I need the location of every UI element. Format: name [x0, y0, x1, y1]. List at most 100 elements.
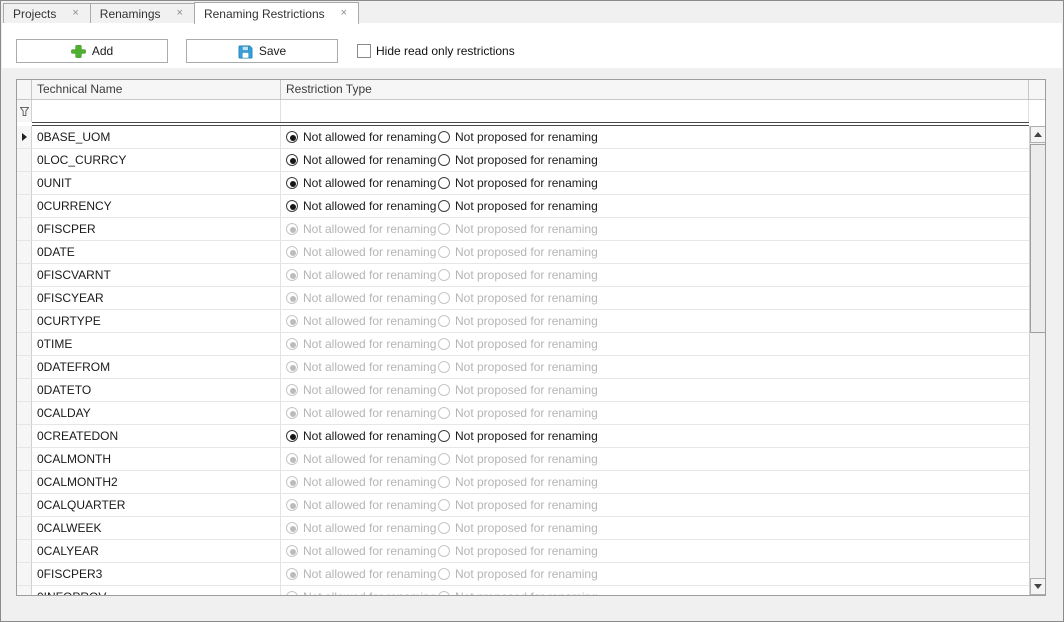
radio-not-allowed[interactable]: Not allowed for renaming [286, 130, 438, 144]
technical-name-cell[interactable]: 0CALMONTH [32, 448, 281, 471]
radio-not-allowed[interactable]: Not allowed for renaming [286, 544, 438, 558]
table-row[interactable]: 0CALYEAR Not allowed for renaming Not pr… [17, 540, 1029, 563]
technical-name-cell[interactable]: 0CALMONTH2 [32, 471, 281, 494]
technical-name-cell[interactable]: 0CALYEAR [32, 540, 281, 563]
technical-name-cell[interactable]: 0LOC_CURRCY [32, 149, 281, 172]
radio-not-allowed[interactable]: Not allowed for renaming [286, 360, 438, 374]
radio-not-allowed[interactable]: Not allowed for renaming [286, 498, 438, 512]
radio-not-allowed-circle[interactable] [286, 269, 298, 281]
radio-not-allowed-circle[interactable] [286, 338, 298, 350]
radio-not-proposed[interactable]: Not proposed for renaming [438, 406, 598, 420]
radio-not-proposed[interactable]: Not proposed for renaming [438, 245, 598, 259]
technical-name-cell[interactable]: 0INFOPROV [32, 586, 281, 595]
radio-not-proposed-circle[interactable] [438, 269, 450, 281]
table-row[interactable]: 0CURTYPE Not allowed for renaming Not pr… [17, 310, 1029, 333]
tab-close-icon[interactable]: × [175, 7, 185, 20]
table-row[interactable]: 0LOC_CURRCY Not allowed for renaming Not… [17, 149, 1029, 172]
radio-not-proposed-circle[interactable] [438, 246, 450, 258]
technical-name-cell[interactable]: 0CALWEEK [32, 517, 281, 540]
table-row[interactable]: 0CALWEEK Not allowed for renaming Not pr… [17, 517, 1029, 540]
radio-not-proposed-circle[interactable] [438, 223, 450, 235]
radio-not-allowed[interactable]: Not allowed for renaming [286, 521, 438, 535]
technical-name-cell[interactable]: 0FISCYEAR [32, 287, 281, 310]
radio-not-proposed-circle[interactable] [438, 292, 450, 304]
radio-not-allowed[interactable]: Not allowed for renaming [286, 199, 438, 213]
table-row[interactable]: 0CREATEDON Not allowed for renaming Not … [17, 425, 1029, 448]
technical-name-cell[interactable]: 0BASE_UOM [32, 126, 281, 149]
radio-not-proposed[interactable]: Not proposed for renaming [438, 176, 598, 190]
radio-not-allowed[interactable]: Not allowed for renaming [286, 245, 438, 259]
radio-not-allowed-circle[interactable] [286, 545, 298, 557]
radio-not-allowed[interactable]: Not allowed for renaming [286, 268, 438, 282]
radio-not-proposed[interactable]: Not proposed for renaming [438, 429, 598, 443]
radio-not-proposed-circle[interactable] [438, 154, 450, 166]
radio-not-allowed-circle[interactable] [286, 430, 298, 442]
table-row[interactable]: 0DATE Not allowed for renaming Not propo… [17, 241, 1029, 264]
radio-not-proposed-circle[interactable] [438, 430, 450, 442]
radio-not-proposed-circle[interactable] [438, 568, 450, 580]
save-button[interactable]: Save [186, 39, 338, 63]
technical-name-cell[interactable]: 0CREATEDON [32, 425, 281, 448]
radio-not-proposed[interactable]: Not proposed for renaming [438, 199, 598, 213]
radio-not-proposed-circle[interactable] [438, 177, 450, 189]
table-row[interactable]: 0BASE_UOM Not allowed for renaming Not p… [17, 126, 1029, 149]
radio-not-allowed[interactable]: Not allowed for renaming [286, 176, 438, 190]
filter-cell-restriction-type[interactable] [281, 100, 1029, 122]
radio-not-proposed-circle[interactable] [438, 200, 450, 212]
add-button[interactable]: Add [16, 39, 168, 63]
technical-name-cell[interactable]: 0CALQUARTER [32, 494, 281, 517]
radio-not-proposed[interactable]: Not proposed for renaming [438, 314, 598, 328]
radio-not-allowed[interactable]: Not allowed for renaming [286, 475, 438, 489]
radio-not-allowed-circle[interactable] [286, 522, 298, 534]
radio-not-allowed-circle[interactable] [286, 177, 298, 189]
table-row[interactable]: 0FISCPER3 Not allowed for renaming Not p… [17, 563, 1029, 586]
table-row[interactable]: 0CALMONTH2 Not allowed for renaming Not … [17, 471, 1029, 494]
table-row[interactable]: 0UNIT Not allowed for renaming Not propo… [17, 172, 1029, 195]
radio-not-proposed[interactable]: Not proposed for renaming [438, 130, 598, 144]
radio-not-allowed-circle[interactable] [286, 407, 298, 419]
technical-name-cell[interactable]: 0FISCPER3 [32, 563, 281, 586]
radio-not-proposed[interactable]: Not proposed for renaming [438, 337, 598, 351]
radio-not-proposed-circle[interactable] [438, 131, 450, 143]
radio-not-proposed[interactable]: Not proposed for renaming [438, 452, 598, 466]
table-row[interactable]: 0CALQUARTER Not allowed for renaming Not… [17, 494, 1029, 517]
column-header-technical-name[interactable]: Technical Name [32, 80, 281, 100]
radio-not-allowed[interactable]: Not allowed for renaming [286, 567, 438, 581]
technical-name-cell[interactable]: 0DATEFROM [32, 356, 281, 379]
radio-not-allowed[interactable]: Not allowed for renaming [286, 406, 438, 420]
table-row[interactable]: 0CURRENCY Not allowed for renaming Not p… [17, 195, 1029, 218]
technical-name-cell[interactable]: 0FISCPER [32, 218, 281, 241]
radio-not-allowed-circle[interactable] [286, 384, 298, 396]
radio-not-proposed-circle[interactable] [438, 476, 450, 488]
radio-not-proposed[interactable]: Not proposed for renaming [438, 567, 598, 581]
table-row[interactable]: 0FISCVARNT Not allowed for renaming Not … [17, 264, 1029, 287]
table-row[interactable]: 0FISCPER Not allowed for renaming Not pr… [17, 218, 1029, 241]
radio-not-allowed[interactable]: Not allowed for renaming [286, 452, 438, 466]
technical-name-cell[interactable]: 0CALDAY [32, 402, 281, 425]
radio-not-proposed[interactable]: Not proposed for renaming [438, 521, 598, 535]
radio-not-proposed[interactable]: Not proposed for renaming [438, 383, 598, 397]
radio-not-proposed-circle[interactable] [438, 338, 450, 350]
radio-not-proposed-circle[interactable] [438, 499, 450, 511]
radio-not-allowed[interactable]: Not allowed for renaming [286, 383, 438, 397]
radio-not-allowed[interactable]: Not allowed for renaming [286, 314, 438, 328]
vertical-scrollbar[interactable] [1029, 126, 1045, 595]
tab-renaming-restrictions[interactable]: Renaming Restrictions × [194, 2, 359, 24]
tab-close-icon[interactable]: × [70, 7, 80, 20]
table-row[interactable]: 0CALMONTH Not allowed for renaming Not p… [17, 448, 1029, 471]
table-row[interactable]: 0CALDAY Not allowed for renaming Not pro… [17, 402, 1029, 425]
technical-name-cell[interactable]: 0FISCVARNT [32, 264, 281, 287]
radio-not-proposed-circle[interactable] [438, 384, 450, 396]
radio-not-proposed-circle[interactable] [438, 315, 450, 327]
technical-name-cell[interactable]: 0CURRENCY [32, 195, 281, 218]
table-row[interactable]: 0FISCYEAR Not allowed for renaming Not p… [17, 287, 1029, 310]
table-row[interactable]: 0INFOPROV Not allowed for renaming Not p… [17, 586, 1029, 595]
radio-not-proposed-circle[interactable] [438, 545, 450, 557]
tab-renamings[interactable]: Renamings × [90, 3, 195, 23]
technical-name-cell[interactable]: 0DATE [32, 241, 281, 264]
radio-not-allowed[interactable]: Not allowed for renaming [286, 337, 438, 351]
radio-not-proposed[interactable]: Not proposed for renaming [438, 498, 598, 512]
table-row[interactable]: 0DATEFROM Not allowed for renaming Not p… [17, 356, 1029, 379]
scrollbar-thumb[interactable] [1030, 144, 1045, 333]
radio-not-proposed-circle[interactable] [438, 522, 450, 534]
